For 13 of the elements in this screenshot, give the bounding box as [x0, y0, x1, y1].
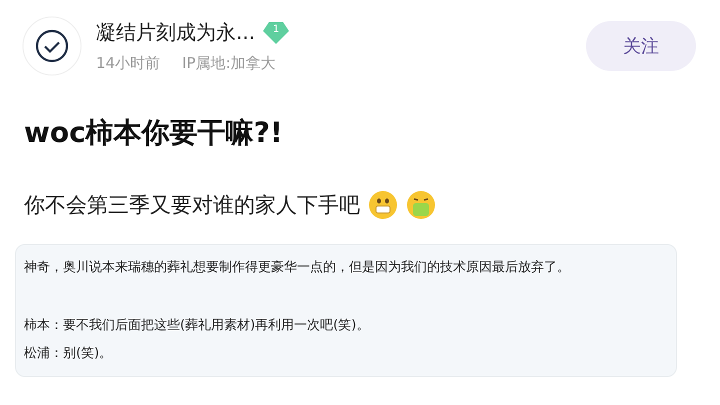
- avatar-check-icon[interactable]: [22, 16, 82, 76]
- follow-button[interactable]: 关注: [586, 21, 696, 71]
- post-time: 14小时前: [96, 54, 160, 73]
- post-body: 你不会第三季又要对谁的家人下手吧: [24, 192, 360, 219]
- quote-line: 神奇，奥川说本来瑞穗的葬礼想要制作得更豪华一点的，但是因为我们的技术原因最后放弃了。: [24, 259, 570, 277]
- sick-emoji-icon: [406, 190, 436, 220]
- ip-location: IP属地:加拿大: [182, 54, 276, 73]
- scared-emoji-icon: [368, 190, 398, 220]
- post-title: woc柿本你要干嘛?!: [24, 115, 284, 151]
- quote-line: 柿本：要不我们后面把这些(葬礼用素材)再利用一次吧(笑)。: [24, 317, 370, 335]
- quote-line: 松浦：别(笑)。: [24, 345, 112, 363]
- level-badge: 1: [263, 20, 290, 44]
- username[interactable]: 凝结片刻成为永...: [96, 19, 256, 46]
